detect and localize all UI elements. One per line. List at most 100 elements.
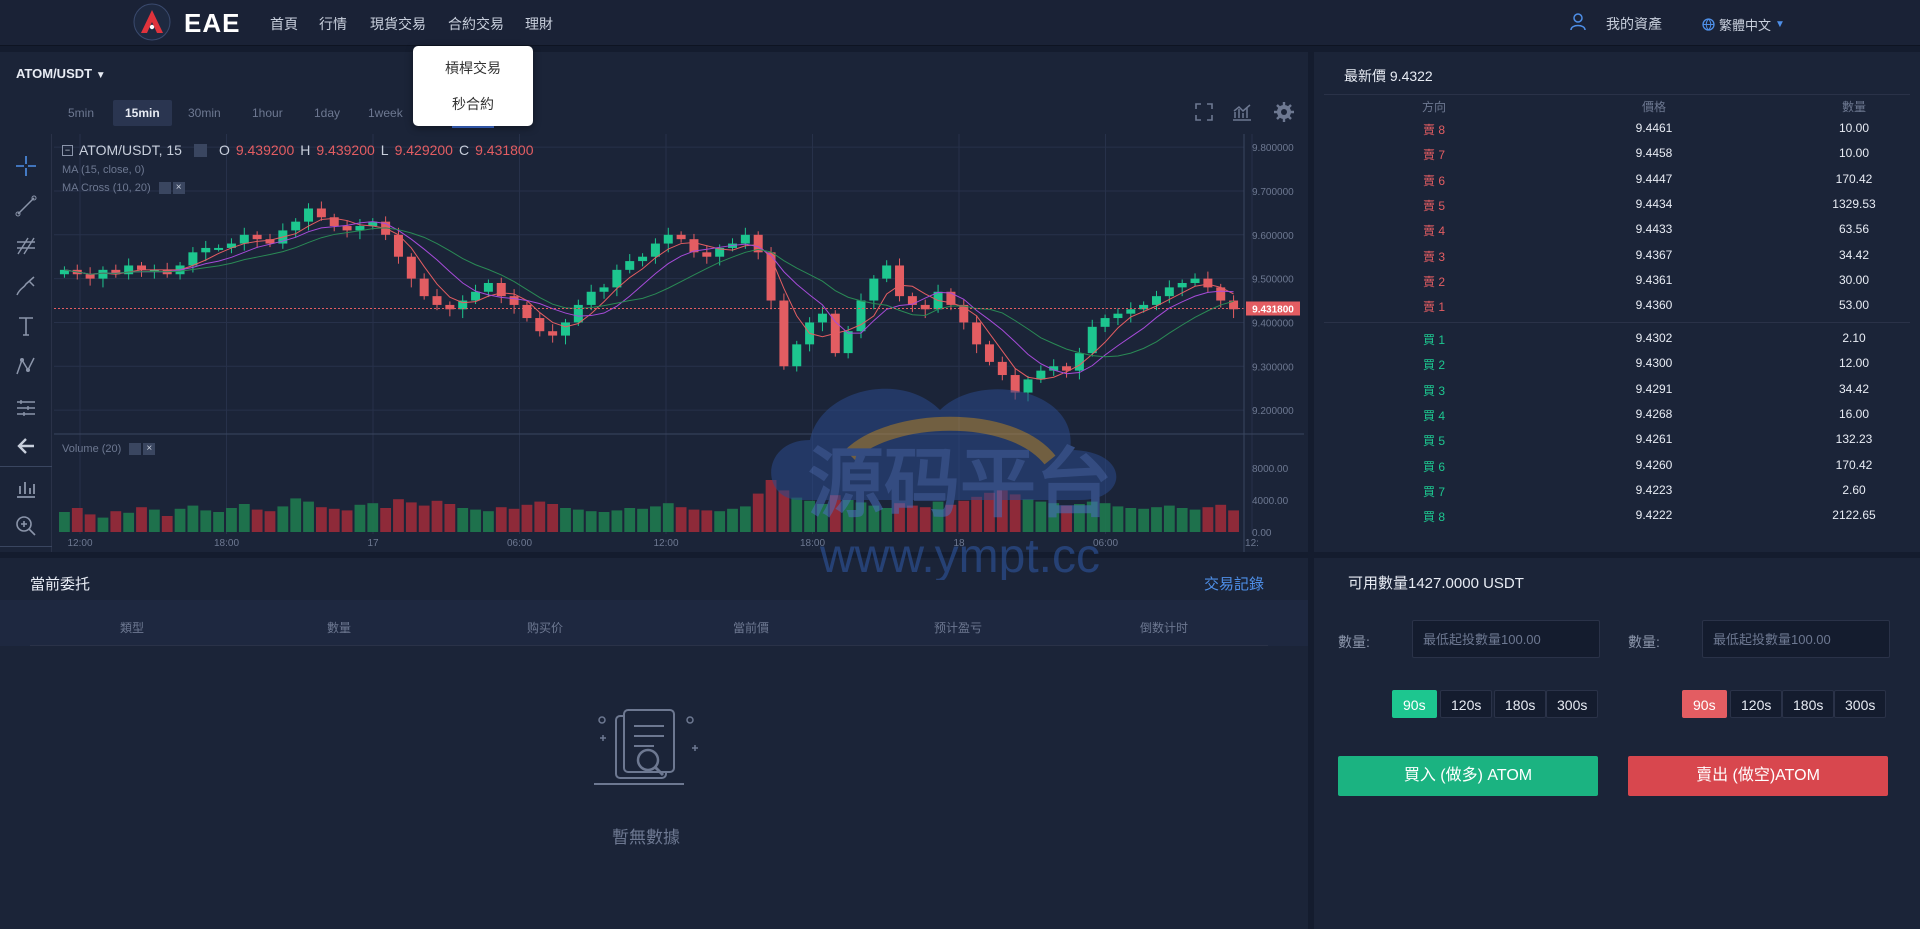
sell-order-row[interactable]: 賣 4 9.4433 63.56 <box>1314 217 1920 242</box>
brand-name[interactable]: EAE <box>184 8 240 39</box>
buy-period-180s[interactable]: 180s <box>1494 690 1547 718</box>
volume-bar <box>174 508 186 532</box>
ohlc-o-label: O <box>218 142 230 158</box>
buy-period-120s[interactable]: 120s <box>1440 690 1493 718</box>
buy-order-direction: 買 8 <box>1422 510 1445 525</box>
macross-close-icon[interactable]: × <box>172 182 185 194</box>
volume-settings-icon[interactable] <box>129 443 142 455</box>
tf-1day[interactable]: 1day <box>302 100 352 126</box>
volume-bar <box>354 504 366 532</box>
measure-icon[interactable] <box>14 396 38 420</box>
volume-bar <box>521 504 533 532</box>
tf-15min[interactable]: 15min <box>113 100 172 126</box>
volume-close-icon[interactable]: × <box>143 443 156 455</box>
trade-history-link[interactable]: 交易記錄 <box>1204 573 1264 594</box>
sell-order-row[interactable]: 賣 6 9.4447 170.42 <box>1314 167 1920 192</box>
sell-period-90s[interactable]: 90s <box>1682 690 1727 718</box>
volume-bar <box>1176 508 1188 532</box>
fullscreen-icon[interactable] <box>1192 100 1216 124</box>
buy-order-row[interactable]: 買 8 9.4222 2122.65 <box>1314 503 1920 528</box>
indicator-icon[interactable] <box>1230 100 1254 124</box>
trade-panel: 可用數量1427.0000 USDT 數量: 數量: 90s 120s 180s… <box>1314 558 1920 929</box>
buy-order-direction: 買 6 <box>1422 459 1445 474</box>
volume-bar <box>688 509 700 532</box>
my-assets-link[interactable]: 我的資產 <box>1606 14 1662 34</box>
tf-1week[interactable]: 1week <box>356 100 415 126</box>
trendline-icon[interactable] <box>14 194 38 218</box>
volume-bar <box>894 503 905 532</box>
macross-settings-icon[interactable] <box>158 182 171 194</box>
price-chart[interactable]: 9.800000 9.700000 9.600000 9.500000 9.400000… <box>54 134 1304 552</box>
nav-contract[interactable]: 合約交易 <box>448 14 504 34</box>
candle-body <box>406 256 416 279</box>
sell-order-row[interactable]: 賣 1 9.4360 53.00 <box>1314 293 1920 318</box>
candle-body <box>342 226 352 231</box>
nav-spot[interactable]: 現貨交易 <box>370 14 426 34</box>
buy-qty-input[interactable] <box>1412 620 1600 658</box>
buy-order-row[interactable]: 買 6 9.4260 170.42 <box>1314 453 1920 478</box>
tf-30min[interactable]: 30min <box>176 100 233 126</box>
candle-body <box>1036 370 1046 380</box>
language-selector[interactable]: 繁體中文 ▼ <box>1702 15 1785 34</box>
tf-5min[interactable]: 5min <box>56 100 106 126</box>
book-divider <box>1324 322 1910 323</box>
collapse-icon[interactable]: − <box>62 144 73 156</box>
candle-body <box>98 269 108 279</box>
volume-bar <box>1009 494 1021 532</box>
chart-type-icon[interactable] <box>14 476 38 500</box>
last-price-tag-text: 9.431800 <box>1252 305 1294 316</box>
volume-bar <box>431 500 443 532</box>
sell-short-button[interactable]: 賣出 (做空)ATOM <box>1628 756 1888 796</box>
legend-settings-icon[interactable] <box>193 143 207 157</box>
nav-finance[interactable]: 理財 <box>525 14 553 34</box>
back-arrow-icon[interactable] <box>14 434 38 458</box>
sell-period-300s[interactable]: 300s <box>1834 690 1887 718</box>
buy-order-row[interactable]: 買 1 9.4302 2.10 <box>1314 326 1920 351</box>
buy-period-90s[interactable]: 90s <box>1392 690 1437 718</box>
buy-long-button[interactable]: 買入 (做多) ATOM <box>1338 756 1598 796</box>
fib-tool-icon[interactable] <box>14 234 38 258</box>
buy-order-qty: 16.00 <box>1838 406 1870 421</box>
sell-period-180s[interactable]: 180s <box>1782 690 1835 718</box>
candle-body <box>586 291 596 305</box>
sell-order-qty: 10.00 <box>1838 121 1870 135</box>
text-tool-icon[interactable] <box>14 314 38 338</box>
zoom-icon[interactable] <box>14 514 38 538</box>
crosshair-icon[interactable] <box>14 154 38 178</box>
sell-period-120s[interactable]: 120s <box>1730 690 1783 718</box>
buy-order-row[interactable]: 買 7 9.4223 2.60 <box>1314 478 1920 503</box>
tf-1hour[interactable]: 1hour <box>240 100 295 126</box>
ohlc-l-label: L <box>380 142 389 158</box>
buy-period-300s[interactable]: 300s <box>1546 690 1599 718</box>
buy-order-row[interactable]: 買 2 9.4300 12.00 <box>1314 351 1920 376</box>
volume-bar <box>303 501 314 532</box>
pair-selector[interactable]: ATOM/USDT ▼ <box>16 66 106 81</box>
sell-order-row[interactable]: 賣 8 9.4461 10.00 <box>1314 116 1920 141</box>
volume-bar <box>508 508 520 532</box>
menu-item-second-contract[interactable]: 秒合約 <box>413 94 533 114</box>
brush-icon[interactable] <box>14 274 38 298</box>
sell-order-row[interactable]: 賣 7 9.4458 10.00 <box>1314 141 1920 166</box>
volume-bar <box>1163 505 1175 532</box>
user-icon[interactable] <box>1570 13 1586 31</box>
candle-body <box>432 296 442 305</box>
sell-order-row[interactable]: 賣 2 9.4361 30.00 <box>1314 268 1920 293</box>
pattern-icon[interactable] <box>14 354 38 378</box>
volume-bar <box>881 508 893 532</box>
volume-bar <box>405 502 417 532</box>
volume-bar <box>367 503 379 532</box>
nav-market[interactable]: 行情 <box>319 14 347 34</box>
sell-qty-input[interactable] <box>1702 620 1890 658</box>
buy-order-row[interactable]: 買 3 9.4291 34.42 <box>1314 377 1920 402</box>
nav-home[interactable]: 首頁 <box>270 14 298 34</box>
buy-order-row[interactable]: 買 5 9.4261 132.23 <box>1314 427 1920 452</box>
settings-gear-icon[interactable] <box>1272 100 1296 124</box>
sell-order-row[interactable]: 賣 5 9.4434 1329.53 <box>1314 192 1920 217</box>
legend-title: ATOM/USDT, 15 <box>79 142 182 158</box>
brand-logo-icon[interactable] <box>132 2 172 42</box>
buy-order-row[interactable]: 買 4 9.4268 16.00 <box>1314 402 1920 427</box>
volume-axis-label: 8000.00 <box>1252 464 1289 475</box>
menu-item-margin[interactable]: 槓桿交易 <box>413 58 533 78</box>
sell-order-row[interactable]: 賣 3 9.4367 34.42 <box>1314 243 1920 268</box>
volume-bar <box>701 510 713 532</box>
